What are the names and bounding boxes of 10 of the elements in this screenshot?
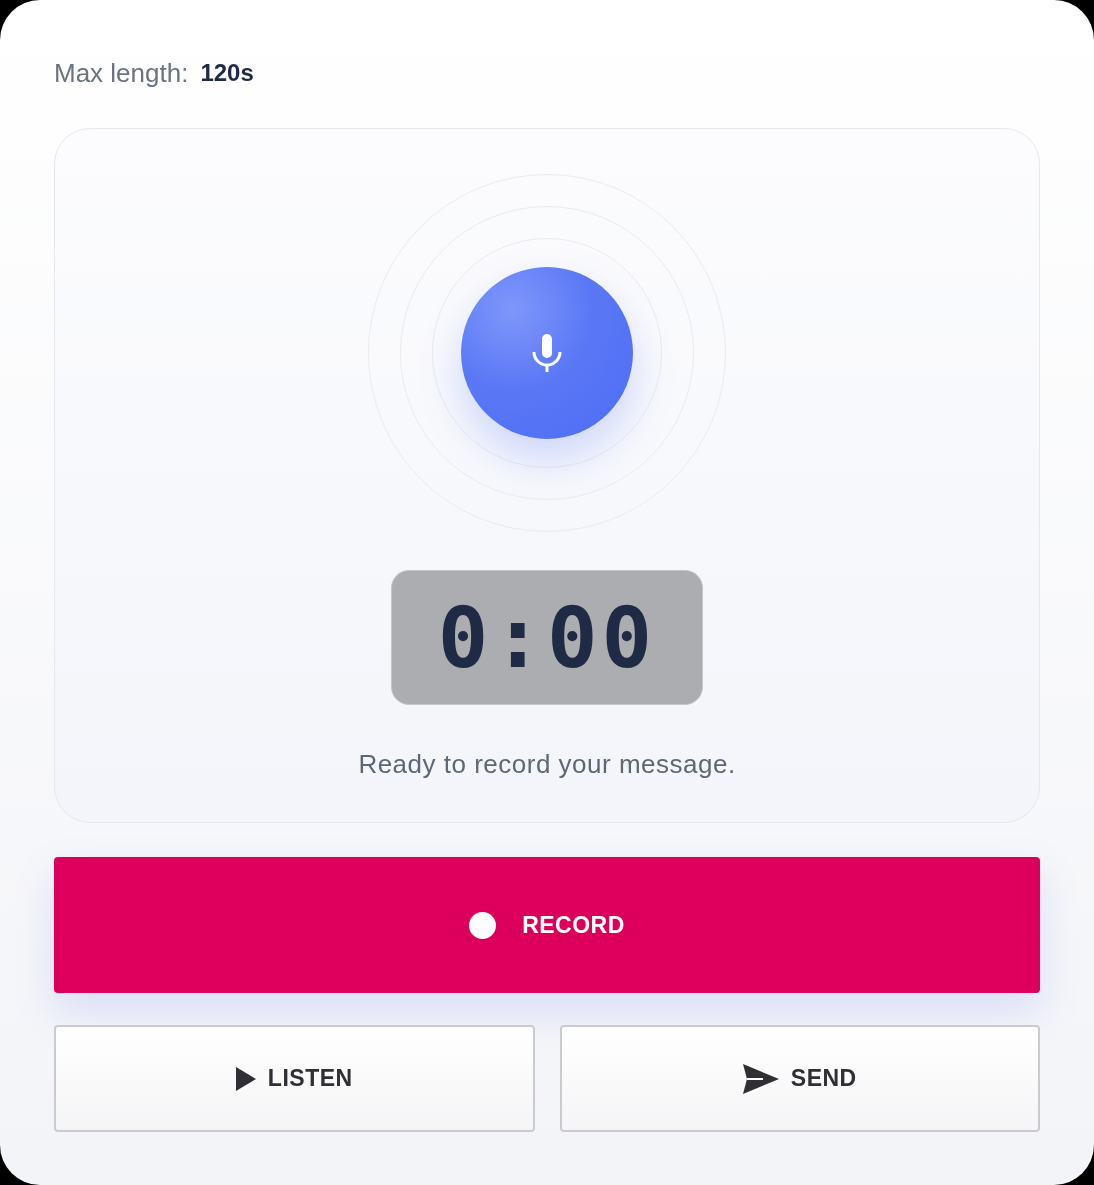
send-icon bbox=[742, 1063, 779, 1094]
microphone-icon bbox=[532, 334, 562, 372]
listen-button[interactable]: LISTEN bbox=[54, 1025, 535, 1132]
record-button[interactable]: RECORD bbox=[54, 857, 1040, 993]
max-length-value: 120s bbox=[200, 58, 254, 88]
status-text: Ready to record your message. bbox=[358, 748, 736, 781]
send-button[interactable]: SEND bbox=[559, 1025, 1040, 1132]
max-length-label: Max length: bbox=[54, 56, 189, 90]
play-icon bbox=[235, 1066, 256, 1091]
timer-display: 0:00 bbox=[391, 570, 703, 705]
